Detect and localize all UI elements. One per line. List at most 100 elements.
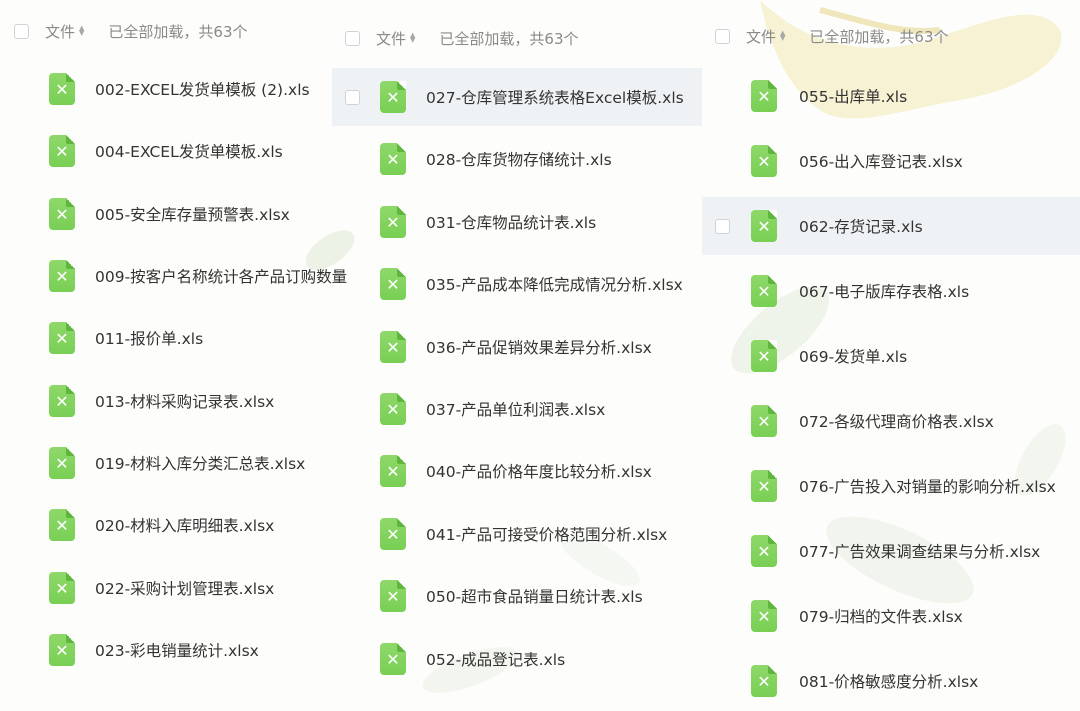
excel-file-icon: ✕ xyxy=(49,634,75,666)
file-row[interactable]: ✕ 022-采购计划管理表.xlsx xyxy=(0,559,335,617)
file-name: 052-成品登记表.xls xyxy=(426,651,566,669)
select-all-checkbox[interactable] xyxy=(715,28,730,44)
excel-file-icon: ✕ xyxy=(751,405,777,437)
excel-file-icon: ✕ xyxy=(49,322,75,354)
excel-file-icon: ✕ xyxy=(751,470,777,502)
excel-file-icon: ✕ xyxy=(751,600,777,632)
file-name: 067-电子版库存表格.xls xyxy=(799,283,970,301)
select-all-checkbox[interactable] xyxy=(14,23,29,39)
file-row[interactable]: ✕ 040-产品价格年度比较分析.xlsx xyxy=(332,442,702,500)
file-name: 040-产品价格年度比较分析.xlsx xyxy=(426,463,652,481)
file-name: 076-广告投入对销量的影响分析.xlsx xyxy=(799,478,1056,496)
file-name: 022-采购计划管理表.xlsx xyxy=(95,580,275,598)
file-name: 009-按客户名称统计各产品订购数量 xyxy=(95,268,348,286)
file-name: 002-EXCEL发货单模板 (2).xls xyxy=(95,81,310,99)
file-name: 004-EXCEL发货单模板.xls xyxy=(95,143,283,161)
excel-file-icon: ✕ xyxy=(751,80,777,112)
file-row[interactable]: ✕ 011-报价单.xls xyxy=(0,309,335,367)
file-row[interactable]: ✕ 056-出入库登记表.xlsx xyxy=(702,132,1080,190)
file-row[interactable]: ✕ 079-归档的文件表.xlsx xyxy=(702,587,1080,645)
row-checkbox[interactable] xyxy=(715,218,730,234)
file-name: 056-出入库登记表.xlsx xyxy=(799,153,963,171)
file-name: 019-材料入库分类汇总表.xlsx xyxy=(95,455,306,473)
file-row[interactable]: ✕ 002-EXCEL发货单模板 (2).xls xyxy=(0,60,335,118)
file-row[interactable]: ✕ 050-超市食品销量日统计表.xls xyxy=(332,567,702,625)
file-row[interactable]: ✕ 004-EXCEL发货单模板.xls xyxy=(0,122,335,180)
select-all-checkbox[interactable] xyxy=(345,30,360,46)
sort-by-file-button[interactable]: 文件 ▲ ▼ xyxy=(746,26,785,47)
excel-file-icon: ✕ xyxy=(49,198,75,230)
file-row[interactable]: ✕ 028-仓库货物存储统计.xls xyxy=(332,130,702,188)
file-row[interactable]: ✕ 077-广告效果调查结果与分析.xlsx xyxy=(702,522,1080,580)
file-name: 072-各级代理商价格表.xlsx xyxy=(799,413,994,431)
file-row[interactable]: ✕ 023-彩电销量统计.xlsx xyxy=(0,621,335,679)
file-row[interactable]: ✕ 067-电子版库存表格.xls xyxy=(702,262,1080,320)
excel-file-icon: ✕ xyxy=(380,580,406,612)
excel-file-icon: ✕ xyxy=(380,518,406,550)
column-header: 文件 ▲ ▼ 已全部加载，共63个 xyxy=(14,19,248,43)
file-row[interactable]: ✕ 037-产品单位利润表.xlsx xyxy=(332,380,702,438)
load-status: 已全部加载，共63个 xyxy=(809,27,949,46)
file-name: 062-存货记录.xls xyxy=(799,218,923,236)
file-name: 050-超市食品销量日统计表.xls xyxy=(426,588,643,606)
file-row[interactable]: ✕ 062-存货记录.xls xyxy=(702,197,1080,255)
file-name: 077-广告效果调查结果与分析.xlsx xyxy=(799,543,1041,561)
excel-file-icon: ✕ xyxy=(380,643,406,675)
file-row[interactable]: ✕ 013-材料采购记录表.xlsx xyxy=(0,372,335,430)
excel-file-icon: ✕ xyxy=(751,145,777,177)
load-status: 已全部加载，共63个 xyxy=(439,29,579,48)
excel-file-icon: ✕ xyxy=(751,275,777,307)
excel-file-icon: ✕ xyxy=(380,268,406,300)
file-row[interactable]: ✕ 041-产品可接受价格范围分析.xlsx xyxy=(332,505,702,563)
column-header: 文件 ▲ ▼ 已全部加载，共63个 xyxy=(715,24,949,48)
excel-file-icon: ✕ xyxy=(49,73,75,105)
file-name: 055-出库单.xls xyxy=(799,88,908,106)
excel-file-icon: ✕ xyxy=(49,447,75,479)
file-row[interactable]: ✕ 009-按客户名称统计各产品订购数量 xyxy=(0,247,347,305)
file-row[interactable]: ✕ 076-广告投入对销量的影响分析.xlsx xyxy=(702,457,1080,515)
sort-icon: ▲ ▼ xyxy=(780,29,786,42)
file-name: 079-归档的文件表.xlsx xyxy=(799,608,963,626)
file-row[interactable]: ✕ 069-发货单.xls xyxy=(702,327,1080,385)
file-name: 013-材料采购记录表.xlsx xyxy=(95,393,275,411)
file-row[interactable]: ✕ 036-产品促销效果差异分析.xlsx xyxy=(332,318,702,376)
file-row[interactable]: ✕ 027-仓库管理系统表格Excel模板.xls xyxy=(332,68,702,126)
file-name: 031-仓库物品统计表.xls xyxy=(426,214,597,232)
excel-file-icon: ✕ xyxy=(380,393,406,425)
file-header-label: 文件 xyxy=(376,29,407,48)
excel-file-icon: ✕ xyxy=(751,340,777,372)
excel-file-icon: ✕ xyxy=(380,455,406,487)
row-checkbox[interactable] xyxy=(345,89,360,105)
excel-file-icon: ✕ xyxy=(380,81,406,113)
file-name: 081-价格敏感度分析.xlsx xyxy=(799,673,979,691)
file-row[interactable]: ✕ 031-仓库物品统计表.xls xyxy=(332,193,702,251)
excel-file-icon: ✕ xyxy=(49,260,75,292)
file-name: 036-产品促销效果差异分析.xlsx xyxy=(426,339,652,357)
file-name: 027-仓库管理系统表格Excel模板.xls xyxy=(426,89,684,107)
excel-file-icon: ✕ xyxy=(380,143,406,175)
file-name: 041-产品可接受价格范围分析.xlsx xyxy=(426,526,668,544)
sort-by-file-button[interactable]: 文件 ▲ ▼ xyxy=(376,28,415,49)
file-row[interactable]: ✕ 035-产品成本降低完成情况分析.xlsx xyxy=(332,255,702,313)
excel-file-icon: ✕ xyxy=(380,206,406,238)
file-row[interactable]: ✕ 072-各级代理商价格表.xlsx xyxy=(702,392,1080,450)
excel-file-icon: ✕ xyxy=(49,509,75,541)
sort-by-file-button[interactable]: 文件 ▲ ▼ xyxy=(45,21,84,42)
file-row[interactable]: ✕ 055-出库单.xls xyxy=(702,67,1080,125)
excel-file-icon: ✕ xyxy=(751,665,777,697)
file-header-label: 文件 xyxy=(45,22,76,41)
file-row[interactable]: ✕ 081-价格敏感度分析.xlsx xyxy=(702,652,1080,710)
file-row[interactable]: ✕ 019-材料入库分类汇总表.xlsx xyxy=(0,434,335,492)
file-name: 011-报价单.xls xyxy=(95,330,204,348)
file-name: 028-仓库货物存储统计.xls xyxy=(426,151,612,169)
file-row[interactable]: ✕ 020-材料入库明细表.xlsx xyxy=(0,496,335,554)
file-row[interactable]: ✕ 052-成品登记表.xls xyxy=(332,630,702,688)
file-name: 020-材料入库明细表.xlsx xyxy=(95,517,275,535)
file-name: 035-产品成本降低完成情况分析.xlsx xyxy=(426,276,683,294)
file-name: 069-发货单.xls xyxy=(799,348,908,366)
load-status: 已全部加载，共63个 xyxy=(108,22,248,41)
sort-icon: ▲ ▼ xyxy=(410,31,416,44)
file-row[interactable]: ✕ 005-安全库存量预警表.xlsx xyxy=(0,185,335,243)
excel-file-icon: ✕ xyxy=(380,331,406,363)
excel-file-icon: ✕ xyxy=(49,385,75,417)
